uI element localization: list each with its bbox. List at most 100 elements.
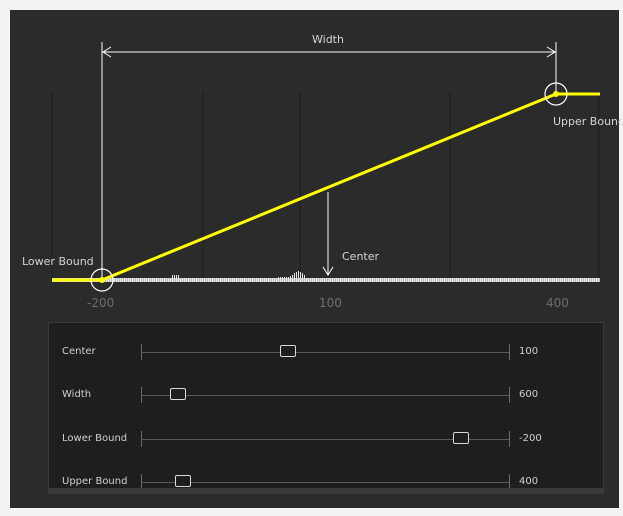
histogram-bar — [258, 278, 259, 282]
histogram-bar — [256, 278, 257, 282]
histogram-bar — [240, 278, 241, 282]
histogram-bar — [358, 278, 359, 282]
center-slider-thumb[interactable] — [280, 345, 297, 357]
histogram-bar — [226, 278, 227, 282]
histogram-bar — [242, 278, 243, 282]
histogram-bar — [498, 278, 499, 282]
histogram-bar — [582, 278, 583, 282]
histogram-bar — [418, 278, 419, 282]
slider-panel: Center 100 Width 600 Lower Bound -200 Up… — [48, 322, 604, 492]
histogram-bar — [502, 278, 503, 282]
histogram-bar — [318, 278, 319, 282]
histogram-bar — [464, 278, 465, 282]
histogram-bar — [432, 278, 433, 282]
histogram-bar — [534, 278, 535, 282]
histogram-bar — [436, 278, 437, 282]
histogram-bar — [558, 278, 559, 282]
histogram-bar — [530, 278, 531, 282]
histogram-bar — [168, 278, 169, 282]
upper-bound-slider-thumb[interactable] — [175, 475, 192, 487]
histogram-bar — [504, 278, 505, 282]
histogram-bar — [296, 272, 297, 282]
histogram-bar — [288, 277, 289, 282]
histogram-bar — [118, 278, 119, 282]
histogram-bar — [488, 278, 489, 282]
slider-value: -200 — [519, 433, 542, 444]
histogram-bar — [180, 278, 181, 282]
transfer-function-line[interactable] — [52, 92, 600, 282]
histogram-bar — [246, 278, 247, 282]
histogram-bar — [398, 278, 399, 282]
lower-bound-label: Lower Bound — [22, 255, 94, 268]
width-slider-track[interactable] — [141, 395, 509, 396]
histogram-bar — [540, 278, 541, 282]
histogram-bar — [170, 278, 171, 282]
histogram-bar — [272, 278, 273, 282]
histogram-bar — [518, 278, 519, 282]
histogram-bar — [438, 278, 439, 282]
histogram-bar — [406, 278, 407, 282]
histogram-bar — [140, 278, 141, 282]
histogram-bar — [362, 278, 363, 282]
histogram-bar — [202, 278, 203, 282]
width-slider-thumb[interactable] — [169, 388, 186, 400]
histogram-bar — [212, 278, 213, 282]
histogram-bar — [328, 278, 329, 282]
histogram-bar — [536, 278, 537, 282]
histogram-bar — [134, 278, 135, 282]
histogram-bar — [562, 278, 563, 282]
histogram-bar — [120, 278, 121, 282]
histogram-bar — [188, 278, 189, 282]
lower-bound-slider-row: Lower Bound -200 — [49, 428, 605, 452]
histogram-bar — [164, 278, 165, 282]
histogram-bar — [554, 278, 555, 282]
histogram-bar — [122, 278, 123, 282]
upper-bound-slider-track[interactable] — [141, 482, 509, 483]
histogram-bar — [268, 278, 269, 282]
histogram-bar — [208, 278, 209, 282]
histogram-bar — [310, 278, 311, 282]
histogram-bar — [156, 278, 157, 282]
histogram-bar — [592, 278, 593, 282]
histogram-bar — [196, 278, 197, 282]
lower-bound-slider-thumb[interactable] — [453, 432, 470, 444]
histogram-bar — [462, 278, 463, 282]
histogram-bar — [466, 278, 467, 282]
histogram-bar — [550, 278, 551, 282]
slider-end-tick — [509, 387, 510, 403]
histogram-bar — [126, 278, 127, 282]
histogram-bar — [114, 278, 115, 282]
histogram-bar — [158, 278, 159, 282]
histogram-bar — [214, 278, 215, 282]
histogram-bar — [340, 278, 341, 282]
histogram-bar — [278, 277, 279, 282]
histogram-bar — [290, 276, 291, 282]
slider-end-tick — [509, 431, 510, 447]
histogram-bar — [228, 278, 229, 282]
histogram-bar — [124, 278, 125, 282]
histogram-bar — [598, 278, 599, 282]
histogram-bar — [460, 278, 461, 282]
histogram-bar — [354, 278, 355, 282]
histogram-bar — [500, 278, 501, 282]
histogram-bar — [302, 273, 303, 282]
histogram-bar — [356, 278, 357, 282]
histogram-bar — [440, 278, 441, 282]
center-slider-track[interactable] — [141, 352, 509, 353]
histogram-bar — [146, 278, 147, 282]
histogram-bar — [454, 278, 455, 282]
tick-label: -200 — [87, 296, 115, 310]
histogram-bar — [262, 278, 263, 282]
histogram-bar — [416, 278, 417, 282]
width-label: Width — [312, 33, 344, 46]
histogram-bar — [552, 278, 553, 282]
lower-bound-point — [99, 277, 105, 283]
histogram-bar — [526, 278, 527, 282]
histogram-bar — [346, 278, 347, 282]
histogram-bar — [248, 278, 249, 282]
histogram-bar — [404, 278, 405, 282]
slider-value: 400 — [519, 476, 539, 487]
histogram-bar — [286, 277, 287, 282]
histogram-bar — [546, 278, 547, 282]
histogram-bar — [326, 278, 327, 282]
